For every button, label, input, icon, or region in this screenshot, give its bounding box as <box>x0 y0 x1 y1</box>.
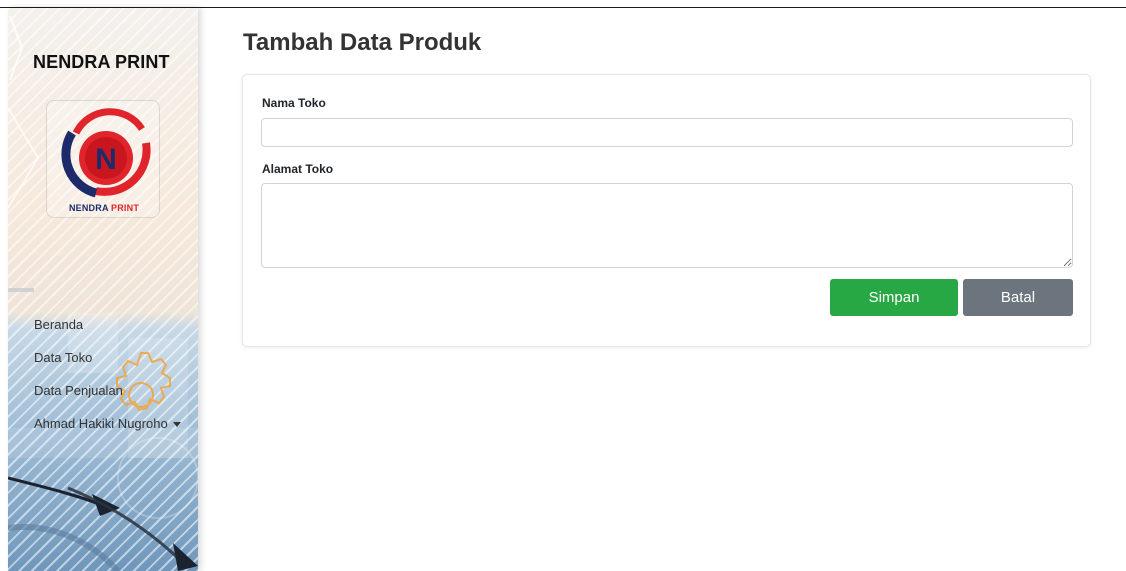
brand-title: NENDRA PRINT <box>33 52 170 72</box>
sidebar-nav: Beranda Data Toko Data Penjualan Ahmad H… <box>34 316 181 448</box>
cancel-button[interactable]: Batal <box>963 279 1073 316</box>
logo-letter: N <box>95 143 117 176</box>
sidebar: NENDRA PRINT N NENDRA PRINT Beranda Data… <box>8 8 198 571</box>
user-name: Ahmad Hakiki Nugroho <box>34 416 168 431</box>
sidebar-item-beranda[interactable]: Beranda <box>34 316 181 349</box>
logo-caption-word-2: PRINT <box>111 203 140 213</box>
sidebar-item-data-toko[interactable]: Data Toko <box>34 349 181 382</box>
caret-down-icon <box>172 422 181 428</box>
store-name-input[interactable] <box>261 118 1073 147</box>
store-address-label: Alamat Toko <box>262 162 334 176</box>
logo-caption: NENDRA PRINT <box>47 203 161 213</box>
logo-emblem-icon: N <box>61 108 151 198</box>
logo-caption-word-1: NENDRA <box>68 203 109 213</box>
sidebar-item-data-penjualan[interactable]: Data Penjualan <box>34 382 181 415</box>
store-address-textarea[interactable] <box>261 183 1073 268</box>
sidebar-background-art <box>8 15 198 571</box>
brand-logo: N NENDRA PRINT <box>46 100 160 218</box>
store-name-label: Nama Toko <box>262 96 326 110</box>
save-button[interactable]: Simpan <box>830 279 958 316</box>
product-form-card: Nama Toko Alamat Toko Simpan Batal <box>242 74 1091 347</box>
page-title: Tambah Data Produk <box>243 29 482 56</box>
user-menu-dropdown[interactable]: Ahmad Hakiki Nugroho <box>34 415 181 448</box>
